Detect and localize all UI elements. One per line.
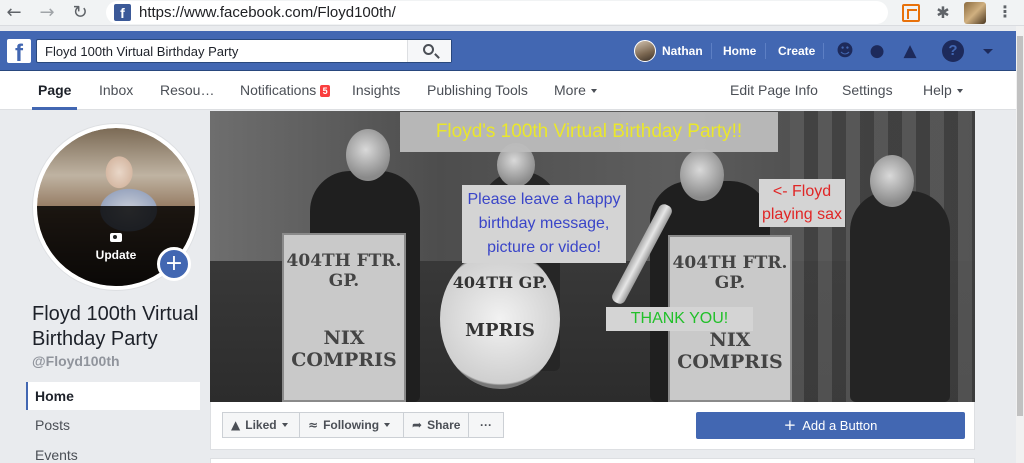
tab-resources[interactable]: Resou… [160,71,214,110]
tab-publishing-tools[interactable]: Publishing Tools [427,71,528,110]
extensions-puzzle-icon[interactable]: ✱ [934,4,952,22]
tab-notifications-label: Notifications [240,82,317,98]
left-nav-posts[interactable]: Posts [26,411,200,439]
drum-text: 404TH GP. [452,273,548,292]
page-action-bar: ▲ Liked ≈ Following ➦ Share ··· + Add a Butt… [210,402,975,450]
back-icon[interactable]: ← [4,3,24,23]
left-nav-home[interactable]: Home [26,382,200,410]
add-a-button-label: Add a Button [802,418,878,433]
friends-icon[interactable]: ☻ [834,40,856,62]
trumpet-player-head [346,129,390,181]
liked-label: Liked [245,418,277,432]
stand-text: 404TH FTR. GP. [286,251,402,291]
tab-edit-page-info[interactable]: Edit Page Info [730,71,818,110]
address-bar[interactable]: f https://www.facebook.com/Floyd100th/ [106,1,888,24]
facebook-top-bar: f Floyd 100th Virtual Birthday Party Nat… [0,31,1016,71]
pianist [850,191,950,402]
drum-text: MPRIS [465,320,535,341]
divider [765,43,766,59]
stand-text: NIX COMPRIS [677,329,783,373]
share-button[interactable]: ➦ Share [403,412,469,438]
divider [711,43,712,59]
facebook-logo-icon[interactable]: f [7,39,31,63]
page-name: Floyd 100th Virtual Birthday Party [32,303,199,350]
page-handle[interactable]: @Floyd100th [32,353,120,369]
scrollbar-thumb[interactable] [1017,36,1023,416]
share-label: Share [427,418,461,432]
search-box[interactable]: Floyd 100th Virtual Birthday Party [36,39,452,63]
tab-notifications[interactable]: Notifications 5 [240,71,331,110]
browser-menu-icon[interactable]: ⋮ [996,4,1014,22]
notifications-count-badge: 5 [320,85,331,97]
divider [823,43,824,59]
pianist-head [870,155,914,207]
facebook-favicon-icon: f [114,4,131,21]
caret-down-icon [384,423,391,427]
caret-down-icon [956,89,963,93]
sax-player-head [680,149,724,201]
browser-profile-avatar[interactable] [964,2,986,24]
cover-message: Please leave a happy birthday message, p… [462,185,626,263]
help-icon[interactable]: ? [942,40,964,62]
bass-drum: 404TH GP. MPRIS [440,249,560,389]
account-menu-icon[interactable] [983,49,993,54]
stand-text: 404TH FTR. GP. [672,253,788,293]
create-link[interactable]: Create [778,31,815,71]
tab-insights[interactable]: Insights [352,71,400,110]
left-nav-events[interactable]: Events [26,441,200,463]
tab-help[interactable]: Help [923,71,963,110]
cover-title: Floyd's 100th Virtual Birthday Party!! [400,112,778,152]
tab-settings[interactable]: Settings [842,71,893,110]
extension-layout-icon[interactable] [902,4,920,22]
page-tab-bar: Page Inbox Resou… Notifications 5 Insigh… [0,71,1016,110]
search-input[interactable]: Floyd 100th Virtual Birthday Party [45,44,238,59]
cover-thanks: THANK YOU! [606,307,753,331]
cover-photo[interactable]: 404TH FTR. GP. NIX COMPRIS 404TH GP. MPR… [210,111,975,402]
share-arrow-icon: ➦ [412,418,423,432]
plus-icon: + [783,416,797,434]
next-panel-edge [210,458,975,463]
tab-page[interactable]: Page [31,71,79,110]
tab-inbox[interactable]: Inbox [99,71,133,110]
search-icon [423,44,434,55]
tab-help-label: Help [923,82,952,98]
browser-toolbar: ← → ↻ f https://www.facebook.com/Floyd10… [0,0,1024,26]
add-profile-photo-button[interactable]: + [157,247,191,281]
rss-feed-icon: ≈ [308,418,319,432]
cover-floyd-note: <- Floyd playing sax [759,179,845,227]
liked-button[interactable]: ▲ Liked [222,412,300,438]
page-scrollbar[interactable] [1016,26,1024,463]
tab-more-label: More [554,82,586,98]
add-a-button-button[interactable]: + Add a Button [696,412,965,439]
notifications-icon[interactable]: ▲ [899,40,921,62]
following-button[interactable]: ≈ Following [299,412,404,438]
stand-text: NIX COMPRIS [291,327,397,371]
caret-down-icon [281,423,288,427]
camera-icon [110,233,122,242]
tab-more[interactable]: More [554,71,597,110]
user-profile-link[interactable]: Nathan [662,31,703,71]
following-label: Following [323,418,380,432]
messenger-icon[interactable]: ● [866,40,888,62]
search-button[interactable] [407,40,451,62]
user-avatar[interactable] [634,40,656,62]
more-options-button[interactable]: ··· [468,412,504,438]
forward-icon[interactable]: → [37,3,57,23]
address-bar-url: https://www.facebook.com/Floyd100th/ [139,4,396,21]
thumbs-up-icon: ▲ [231,418,241,432]
home-link[interactable]: Home [723,31,756,71]
caret-down-icon [590,89,597,93]
reload-icon[interactable]: ↻ [70,3,90,23]
music-stand-left: 404TH FTR. GP. NIX COMPRIS [282,233,406,402]
